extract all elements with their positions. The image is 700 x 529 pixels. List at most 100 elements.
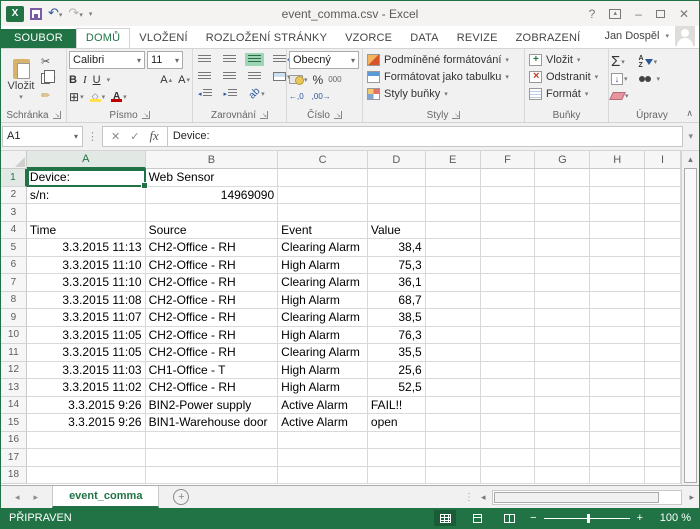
cell-G4[interactable] (535, 222, 590, 240)
cell-H18[interactable] (590, 467, 645, 485)
cell-B9[interactable]: CH2-Office - RH (146, 309, 279, 327)
expand-formula-bar-icon[interactable]: ▾ (683, 131, 698, 142)
autosum-button[interactable]: Σ▾ (611, 55, 629, 69)
normal-view-button[interactable] (434, 510, 456, 526)
zoom-level[interactable]: 100 % (653, 512, 691, 524)
cell-G14[interactable] (535, 397, 590, 415)
cell-E14[interactable] (426, 397, 481, 415)
new-sheet-button[interactable]: + (173, 489, 189, 505)
fill-color-button[interactable]: ◇▾ (90, 92, 106, 102)
confirm-entry-icon[interactable]: ✓ (130, 130, 139, 143)
italic-button[interactable]: I (83, 74, 87, 86)
cell-G17[interactable] (535, 449, 590, 467)
cell-D7[interactable]: 36,1 (368, 274, 426, 292)
cell-C5[interactable]: Clearing Alarm (278, 239, 368, 257)
cell-D8[interactable]: 68,7 (368, 292, 426, 310)
conditional-formatting-button[interactable]: Podmíněné formátování▾ (367, 51, 522, 68)
cell-C17[interactable] (278, 449, 368, 467)
cell-E17[interactable] (426, 449, 481, 467)
font-name-combo[interactable]: Calibri▾ (69, 51, 145, 69)
cell-G6[interactable] (535, 257, 590, 275)
align-top-button[interactable] (195, 53, 214, 66)
cell-G18[interactable] (535, 467, 590, 485)
horizontal-scrollbar[interactable] (492, 490, 682, 505)
format-cells-button[interactable]: Formát▾ (529, 85, 606, 102)
format-painter-button[interactable]: ✏ (39, 88, 58, 103)
cell-H10[interactable] (590, 327, 645, 345)
cell-H14[interactable] (590, 397, 645, 415)
tab-scrollbar-splitter[interactable]: ⋮ (464, 492, 474, 503)
row-header-7[interactable]: 7 (1, 274, 27, 292)
cell-A16[interactable] (27, 432, 146, 450)
accounting-format-button[interactable]: ▾ (289, 75, 308, 84)
cell-I14[interactable] (645, 397, 681, 415)
align-center-button[interactable] (220, 70, 239, 83)
copy-button[interactable]: ▾ (39, 71, 58, 86)
cell-G9[interactable] (535, 309, 590, 327)
row-header-12[interactable]: 12 (1, 362, 27, 380)
cell-I18[interactable] (645, 467, 681, 485)
cell-E13[interactable] (426, 379, 481, 397)
cut-button[interactable]: ✂ (39, 54, 58, 69)
cell-B12[interactable]: CH1-Office - T (146, 362, 279, 380)
cell-B13[interactable]: CH2-Office - RH (146, 379, 279, 397)
cell-C11[interactable]: Clearing Alarm (278, 344, 368, 362)
cell-I8[interactable] (645, 292, 681, 310)
cell-I5[interactable] (645, 239, 681, 257)
cell-F6[interactable] (481, 257, 536, 275)
scroll-left-icon[interactable]: ◂ (478, 492, 489, 503)
cell-E12[interactable] (426, 362, 481, 380)
cell-C7[interactable]: Clearing Alarm (278, 274, 368, 292)
decrease-indent-button[interactable]: ◂ (195, 87, 215, 100)
font-dialog-launcher[interactable] (142, 111, 150, 119)
decrease-decimal-button[interactable]: ,00→ (312, 92, 331, 101)
cell-C6[interactable]: High Alarm (278, 257, 368, 275)
select-all-corner[interactable] (1, 151, 27, 169)
column-header-D[interactable]: D (368, 151, 426, 169)
cell-C12[interactable]: High Alarm (278, 362, 368, 380)
cell-A5[interactable]: 3.3.2015 11:13 (27, 239, 146, 257)
cell-G3[interactable] (535, 204, 590, 222)
align-middle-button[interactable] (220, 53, 239, 66)
sort-filter-button[interactable]: AZ▾ (639, 55, 661, 69)
cell-B15[interactable]: BIN1-Warehouse door (146, 414, 279, 432)
row-header-2[interactable]: 2 (1, 187, 27, 205)
delete-cells-button[interactable]: Odstranit▾ (529, 68, 606, 85)
cell-F3[interactable] (481, 204, 536, 222)
cell-D6[interactable]: 75,3 (368, 257, 426, 275)
increase-indent-button[interactable]: ▸ (221, 87, 241, 100)
increase-font-size-button[interactable]: A▴ (160, 74, 172, 86)
align-left-button[interactable] (195, 70, 214, 83)
cell-E5[interactable] (426, 239, 481, 257)
undo-button[interactable]: ↶▾ (48, 6, 62, 22)
cell-I10[interactable] (645, 327, 681, 345)
number-format-combo[interactable]: Obecný▾ (289, 51, 359, 69)
next-sheet-icon[interactable]: ▸ (34, 492, 39, 503)
cell-C9[interactable]: Clearing Alarm (278, 309, 368, 327)
cell-F10[interactable] (481, 327, 536, 345)
cell-D14[interactable]: FAIL!! (368, 397, 426, 415)
sheet-grid[interactable]: ABCDEFGHI1Device:Web Sensor2s/n:14969090… (1, 151, 681, 485)
cell-G10[interactable] (535, 327, 590, 345)
cell-I13[interactable] (645, 379, 681, 397)
row-header-14[interactable]: 14 (1, 397, 27, 415)
row-header-4[interactable]: 4 (1, 222, 27, 240)
cell-D13[interactable]: 52,5 (368, 379, 426, 397)
cell-E3[interactable] (426, 204, 481, 222)
cell-A6[interactable]: 3.3.2015 11:10 (27, 257, 146, 275)
cell-E16[interactable] (426, 432, 481, 450)
row-header-18[interactable]: 18 (1, 467, 27, 485)
scroll-up-icon[interactable]: ▲ (682, 151, 699, 168)
cell-G12[interactable] (535, 362, 590, 380)
cell-F13[interactable] (481, 379, 536, 397)
cell-A7[interactable]: 3.3.2015 11:10 (27, 274, 146, 292)
cell-C10[interactable]: High Alarm (278, 327, 368, 345)
find-select-button[interactable]: ▾ (639, 75, 661, 83)
cell-B5[interactable]: CH2-Office - RH (146, 239, 279, 257)
scroll-right-icon[interactable]: ▸ (686, 492, 697, 503)
cell-H1[interactable] (590, 169, 645, 187)
cell-C15[interactable]: Active Alarm (278, 414, 368, 432)
cell-A10[interactable]: 3.3.2015 11:05 (27, 327, 146, 345)
increase-decimal-button[interactable]: ←,0 (289, 92, 304, 101)
cell-I4[interactable] (645, 222, 681, 240)
